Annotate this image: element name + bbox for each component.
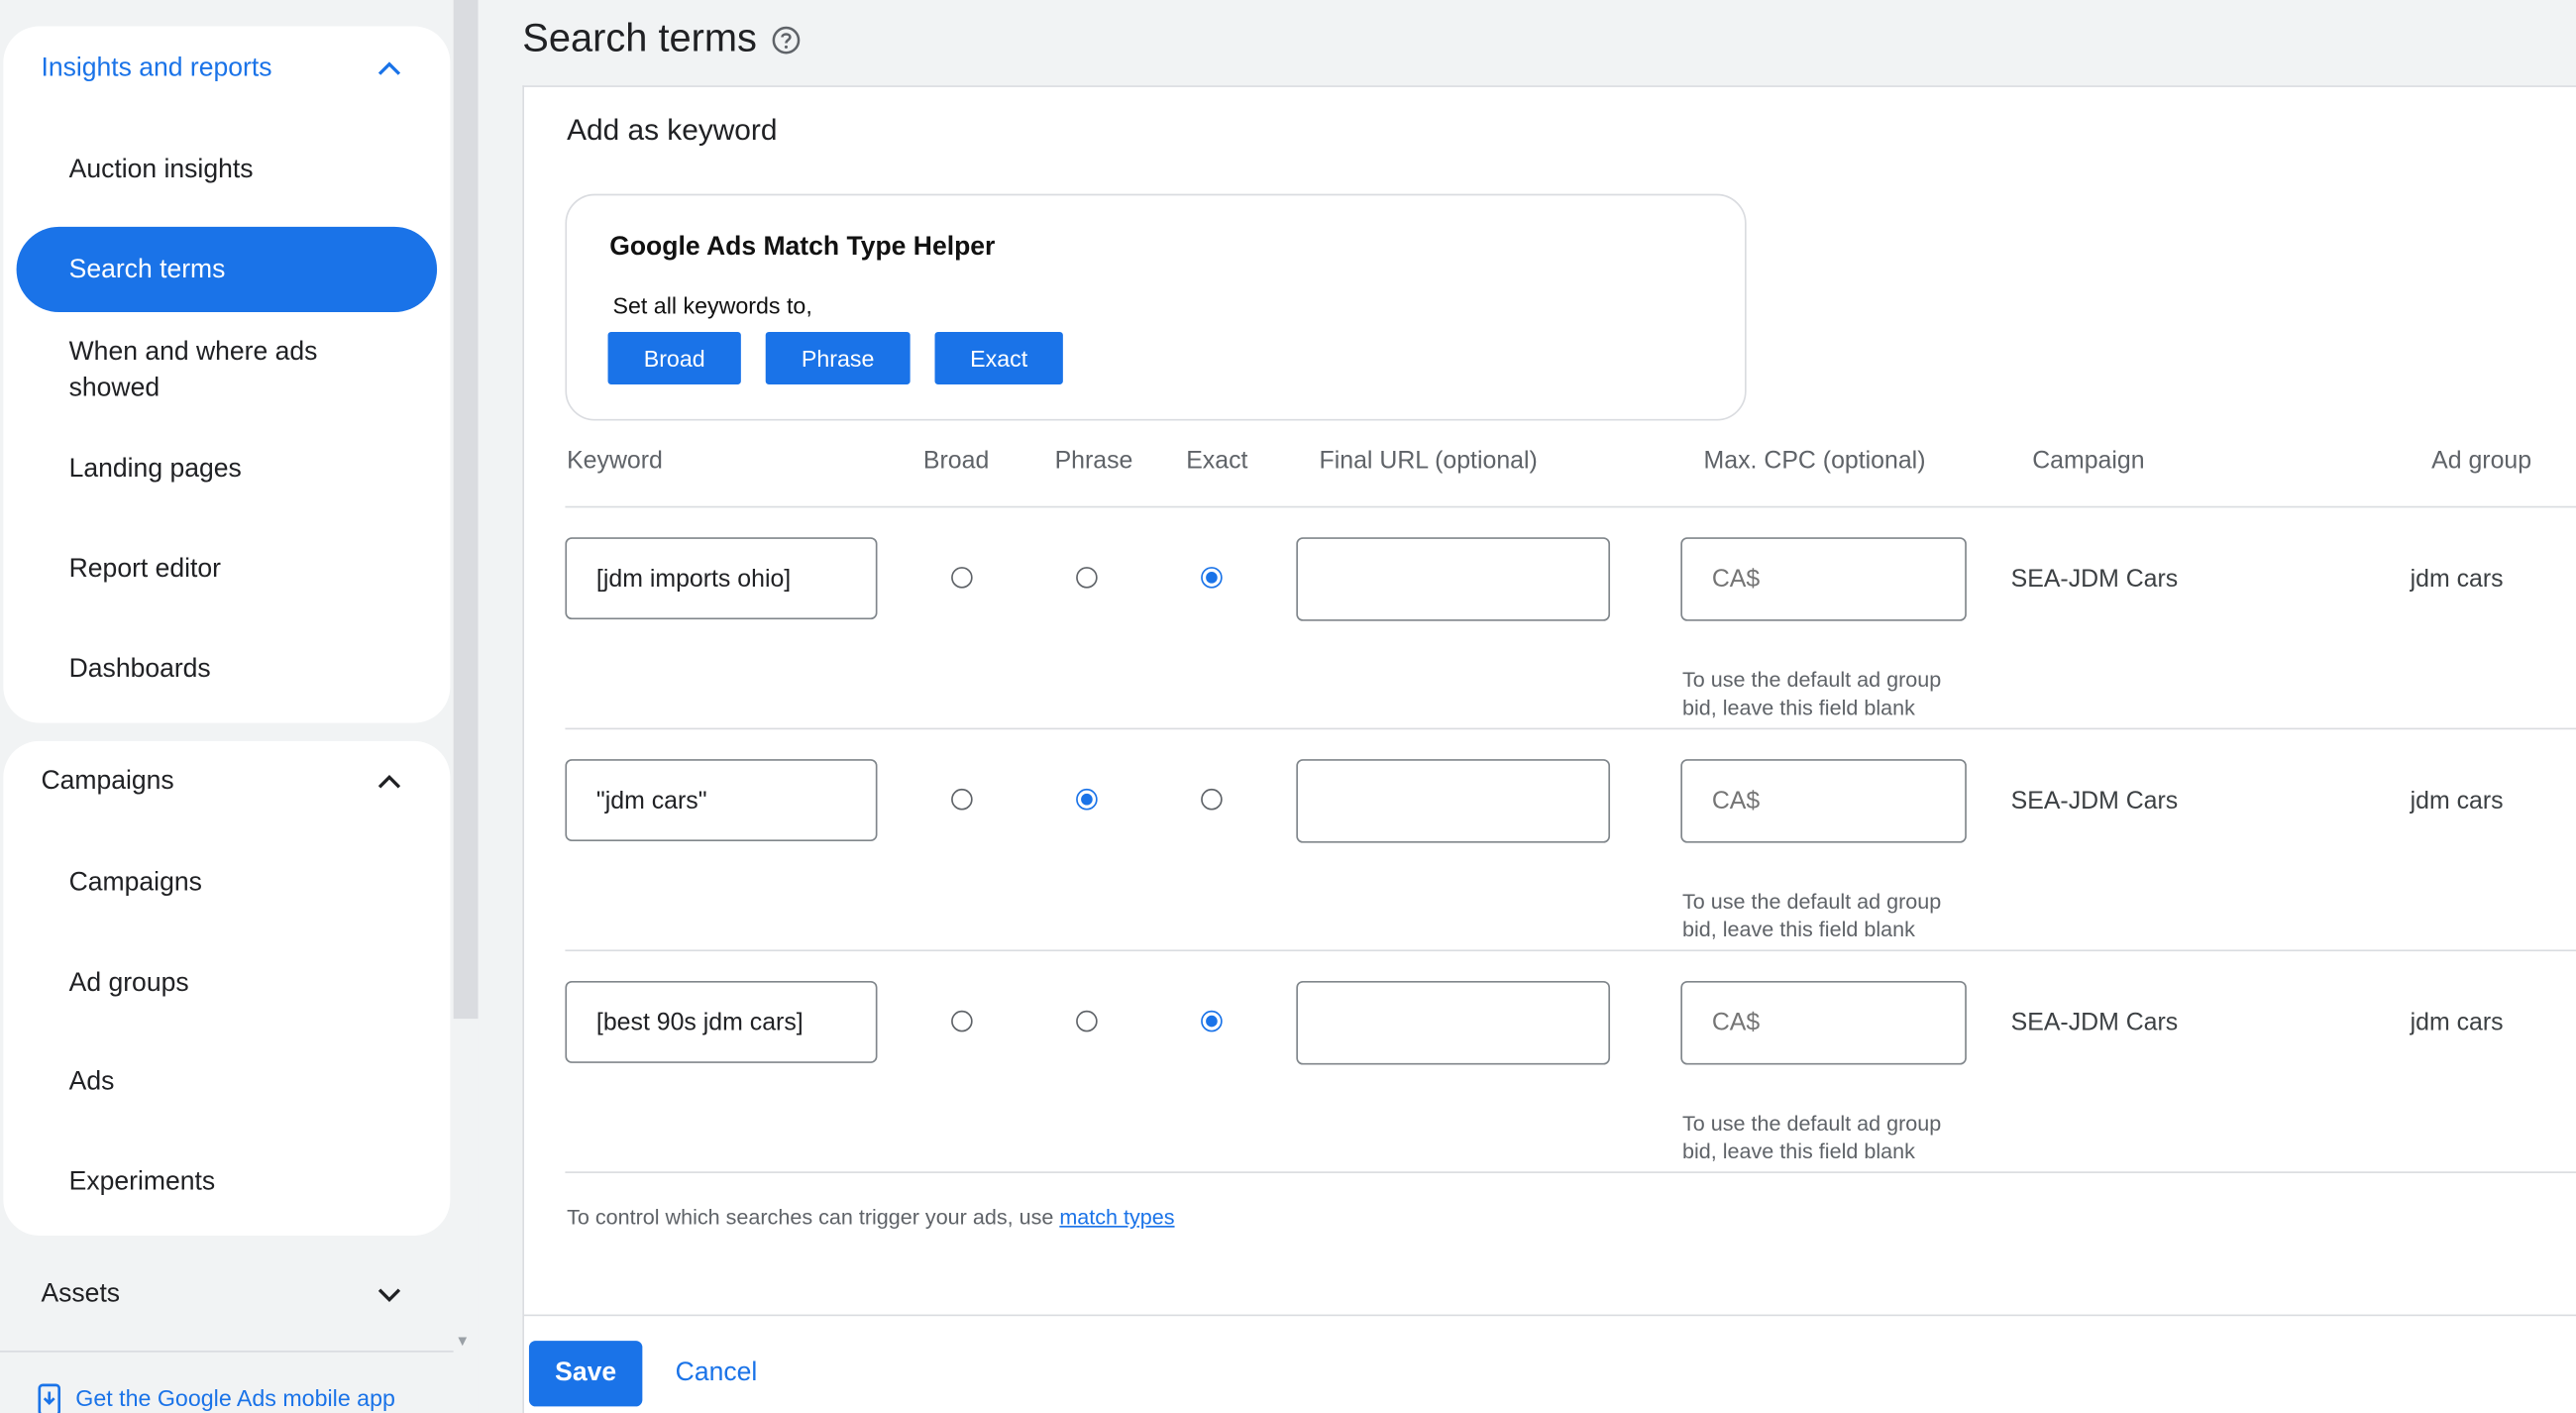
sidebar-item-search-terms[interactable]: Search terms [69, 253, 226, 288]
sidebar-item-ads[interactable]: Ads [69, 1065, 115, 1101]
sidebar-item-auction-insights[interactable]: Auction insights [69, 153, 254, 188]
final-url-input[interactable] [1296, 980, 1611, 1065]
row-divider [565, 1171, 2576, 1173]
max-cpc-input[interactable] [1680, 537, 1967, 621]
chevron-up-icon[interactable] [375, 54, 404, 84]
campaign-cell: SEA-JDM Cars [2010, 1009, 2179, 1037]
sidebar-item-experiments[interactable]: Experiments [69, 1165, 215, 1201]
assets-section-header[interactable]: Assets [41, 1280, 120, 1310]
panel-title: Add as keyword [567, 113, 778, 147]
set-all-phrase-button[interactable]: Phrase [765, 331, 911, 385]
page-title: Search terms [522, 16, 757, 61]
sidebar-scrollbar-thumb[interactable] [453, 0, 479, 1020]
ad-group-cell: jdm cars [2410, 565, 2504, 594]
keyword-input[interactable] [565, 537, 878, 620]
radio-phrase[interactable] [1076, 567, 1098, 589]
keyword-input[interactable] [565, 759, 878, 841]
max-cpc-input[interactable] [1680, 759, 1967, 843]
row-divider [565, 949, 2576, 952]
radio-broad[interactable] [951, 1010, 973, 1033]
help-icon[interactable] [771, 25, 803, 56]
set-all-broad-button[interactable]: Broad [607, 331, 741, 385]
radio-broad[interactable] [951, 788, 973, 811]
sidebar-item-report-editor[interactable]: Report editor [69, 552, 221, 588]
header-divider [565, 505, 2576, 508]
set-all-exact-button[interactable]: Exact [934, 331, 1063, 385]
save-button[interactable]: Save [528, 1341, 643, 1407]
chevron-up-icon[interactable] [375, 767, 404, 797]
col-header-phrase: Phrase [1054, 447, 1133, 476]
sidebar-item-when-where[interactable]: When and where ads showed [69, 335, 398, 407]
sidebar-item-ad-groups[interactable]: Ad groups [69, 966, 189, 1002]
radio-phrase[interactable] [1076, 1010, 1098, 1033]
row-divider [565, 727, 2576, 730]
campaign-cell: SEA-JDM Cars [2010, 787, 2179, 815]
match-types-link[interactable]: match types [1059, 1204, 1174, 1229]
cpc-hint: To use the default ad group bid, leave t… [1681, 1110, 1942, 1164]
radio-exact[interactable] [1201, 788, 1223, 811]
cancel-button[interactable]: Cancel [666, 1341, 768, 1406]
sidebar-item-campaigns[interactable]: Campaigns [69, 866, 202, 902]
scroll-down-arrow-icon[interactable]: ▼ [455, 1333, 470, 1350]
cpc-hint: To use the default ad group bid, leave t… [1681, 889, 1942, 942]
col-header-exact: Exact [1186, 447, 1248, 476]
footer-divider [523, 1314, 2576, 1317]
helper-subtitle: Set all keywords to, [612, 292, 812, 319]
mobile-download-icon [38, 1383, 61, 1413]
helper-title: Google Ads Match Type Helper [609, 233, 996, 262]
final-url-input[interactable] [1296, 759, 1611, 843]
sidebar-item-landing-pages[interactable]: Landing pages [69, 452, 242, 488]
radio-broad[interactable] [951, 567, 973, 589]
insights-section-header[interactable]: Insights and reports [41, 54, 271, 84]
mobile-app-link[interactable]: Get the Google Ads mobile app [36, 1383, 395, 1413]
mobile-app-link-label: Get the Google Ads mobile app [75, 1384, 395, 1411]
match-types-note: To control which searches can trigger yo… [567, 1204, 1174, 1229]
max-cpc-input[interactable] [1680, 980, 1967, 1065]
sidebar-divider [0, 1351, 454, 1353]
col-header-final-url: Final URL (optional) [1319, 447, 1538, 476]
col-header-max-cpc: Max. CPC (optional) [1703, 447, 1926, 476]
chevron-down-icon[interactable] [375, 1280, 404, 1310]
col-header-broad: Broad [922, 447, 990, 476]
ad-group-cell: jdm cars [2410, 787, 2504, 815]
col-header-keyword: Keyword [567, 447, 663, 476]
radio-exact[interactable] [1201, 1010, 1223, 1033]
keyword-input[interactable] [565, 980, 878, 1063]
final-url-input[interactable] [1296, 537, 1611, 621]
cpc-hint: To use the default ad group bid, leave t… [1681, 667, 1942, 720]
campaigns-section-header[interactable]: Campaigns [41, 767, 173, 797]
campaign-cell: SEA-JDM Cars [2010, 565, 2179, 594]
ad-group-cell: jdm cars [2410, 1009, 2504, 1037]
sidebar-item-dashboards[interactable]: Dashboards [69, 652, 211, 688]
radio-phrase[interactable] [1076, 788, 1098, 811]
match-types-note-text: To control which searches can trigger yo… [567, 1204, 1060, 1230]
col-header-campaign: Campaign [2032, 447, 2145, 476]
col-header-ad-group: Ad group [2431, 447, 2532, 476]
radio-exact[interactable] [1201, 567, 1223, 589]
